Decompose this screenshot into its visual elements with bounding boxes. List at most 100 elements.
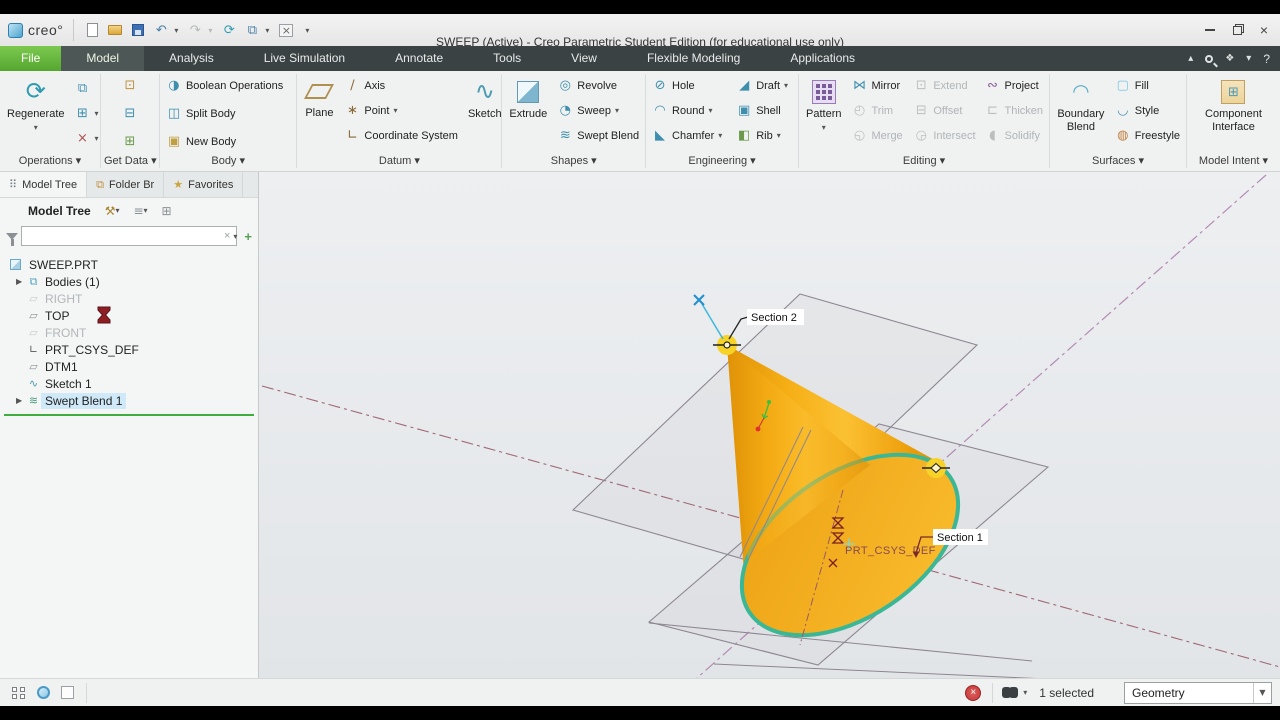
regenerate-quick-button[interactable]: ⟳ <box>219 20 239 40</box>
browser-button[interactable] <box>32 683 54 703</box>
boolean-operations-button[interactable]: ◑ Boolean Operations <box>163 73 293 98</box>
stop-process-button[interactable]: × <box>962 683 984 703</box>
fill-button[interactable]: ▢ Fill <box>1112 73 1183 98</box>
undo-dropdown[interactable]: ▾ <box>174 26 182 35</box>
qat-customize-dropdown[interactable]: ▾ <box>305 26 313 35</box>
tab-model-tree[interactable]: ⠿ Model Tree <box>0 172 88 197</box>
tree-item-dtm1[interactable]: ▱ DTM1 <box>10 358 258 375</box>
expand-arrow-icon[interactable]: ▶ <box>16 396 26 405</box>
resources-dropdown[interactable]: ▾ <box>1246 53 1251 64</box>
sweep-button[interactable]: ◔ Sweep ▾ <box>554 98 642 123</box>
merge-button[interactable]: ◵ Merge <box>849 123 908 148</box>
regenerate-button[interactable]: ⟳ Regenerate ▾ <box>3 73 69 154</box>
offset-button[interactable]: ⊟ Offset <box>910 98 978 123</box>
shell-button[interactable]: ▣ Shell <box>733 98 795 123</box>
tree-search-icon[interactable]: ⊞ <box>162 204 172 218</box>
boundary-blend-button[interactable]: ◠ Boundary Blend <box>1053 73 1109 154</box>
chamfer-button[interactable]: ◣ Chamfer ▾ <box>649 123 730 148</box>
graphics-area[interactable]: Section 2 PRT_CSYS_DEF Section 1 <box>259 172 1280 678</box>
mirror-button[interactable]: ⋈ Mirror <box>849 73 908 98</box>
group-label-surfaces[interactable]: Surfaces ▾ <box>1053 154 1183 171</box>
split-body-button[interactable]: ◫ Split Body <box>163 101 293 126</box>
tab-live-simulation[interactable]: Live Simulation <box>239 46 370 71</box>
toggle-tree-button[interactable] <box>8 683 30 703</box>
save-button[interactable] <box>128 20 148 40</box>
tree-item-part[interactable]: SWEEP.PRT <box>0 256 258 273</box>
csys-label[interactable]: PRT_CSYS_DEF <box>845 545 936 557</box>
search-tool-button[interactable] <box>999 683 1021 703</box>
section1-label[interactable]: Section 1 <box>933 529 988 545</box>
tab-view[interactable]: View <box>546 46 622 71</box>
plane-button[interactable]: Plane <box>300 73 338 154</box>
tree-item-bodies[interactable]: ▶ ⧉ Bodies (1) <box>10 273 258 290</box>
tree-item-front-plane[interactable]: ▱ FRONT <box>10 324 258 341</box>
section2-label[interactable]: Section 2 <box>747 309 804 325</box>
group-label-operations[interactable]: Operations ▾ <box>3 154 97 171</box>
tab-model[interactable]: Model <box>61 46 145 71</box>
point-button[interactable]: ∗ Point ▾ <box>341 98 461 123</box>
draft-button[interactable]: ◢ Draft ▾ <box>733 73 795 98</box>
receive-button[interactable]: ⊟ <box>119 101 141 126</box>
tree-item-top-plane[interactable]: ▱ TOP <box>10 307 258 324</box>
expand-arrow-icon[interactable]: ▶ <box>16 277 26 286</box>
extend-button[interactable]: ⊡ Extend <box>910 73 978 98</box>
axis-button[interactable]: ∕ Axis <box>341 73 461 98</box>
component-interface-button[interactable]: ⊞ Component Interface <box>1190 73 1277 154</box>
redo-dropdown[interactable]: ▾ <box>208 26 216 35</box>
open-file-button[interactable] <box>105 20 125 40</box>
tree-display-icon[interactable]: ≡ <box>133 204 143 218</box>
close-button[interactable]: × <box>1260 23 1268 37</box>
tree-item-right-plane[interactable]: ▱ RIGHT <box>10 290 258 307</box>
tree-item-csys[interactable]: ∟ PRT_CSYS_DEF <box>10 341 258 358</box>
search-tool-dropdown[interactable]: ▾ <box>1023 688 1031 697</box>
tab-tools[interactable]: Tools <box>468 46 546 71</box>
freestyle-button[interactable]: ◍ Freestyle <box>1112 123 1183 148</box>
collapse-ribbon-icon[interactable]: ▴ <box>1188 53 1193 64</box>
share-data-button[interactable]: ⊞ <box>119 129 141 154</box>
filter-dropdown[interactable]: ▾ <box>233 232 241 241</box>
resources-icon[interactable]: ❖ <box>1225 53 1234 64</box>
tab-analysis[interactable]: Analysis <box>144 46 239 71</box>
pattern-button[interactable]: Pattern ▾ <box>802 73 845 154</box>
tab-annotate[interactable]: Annotate <box>370 46 468 71</box>
window-switch-button[interactable]: ⧉ <box>242 20 262 40</box>
group-label-body[interactable]: Body ▾ <box>163 154 293 171</box>
tab-flexible-modeling[interactable]: Flexible Modeling <box>622 46 765 71</box>
group-label-get-data[interactable]: Get Data ▾ <box>104 154 157 171</box>
clear-filter-icon[interactable]: × <box>224 230 230 242</box>
intersect-button[interactable]: ◶ Intersect <box>910 123 978 148</box>
tab-file[interactable]: File <box>0 46 62 71</box>
style-button[interactable]: ◡ Style <box>1112 98 1183 123</box>
sketch-button[interactable]: ∿ Sketch <box>464 73 506 154</box>
thicken-button[interactable]: ⊏ Thicken <box>982 98 1047 123</box>
minimize-button[interactable] <box>1204 29 1215 31</box>
group-label-editing[interactable]: Editing ▾ <box>802 154 1046 171</box>
tree-item-swept-blend[interactable]: ▶ ≋ Swept Blend 1 <box>10 392 258 409</box>
revolve-button[interactable]: ◎ Revolve <box>554 73 642 98</box>
group-label-shapes[interactable]: Shapes ▾ <box>505 154 642 171</box>
add-filter-button[interactable]: + <box>244 229 252 244</box>
trim-button[interactable]: ◴ Trim <box>849 98 908 123</box>
tree-filter-input[interactable] <box>21 226 237 246</box>
coordinate-system-button[interactable]: ∟ Coordinate System <box>341 123 461 148</box>
selection-filter-combobox[interactable]: Geometry ▼ <box>1124 681 1272 704</box>
import-button[interactable]: ⊡ <box>119 73 141 98</box>
undo-button[interactable]: ↶ <box>151 20 171 40</box>
redo-button[interactable]: ↷ <box>185 20 205 40</box>
group-label-datum[interactable]: Datum ▾ <box>300 154 498 171</box>
extrude-button[interactable]: Extrude <box>505 73 551 154</box>
tab-folder-browser[interactable]: ⧉ Folder Br <box>87 172 165 197</box>
tab-applications[interactable]: Applications <box>765 46 880 71</box>
group-label-model-intent[interactable]: Model Intent ▾ <box>1190 154 1277 171</box>
insert-indicator-line[interactable] <box>4 414 254 416</box>
search-icon[interactable] <box>1205 54 1214 63</box>
combobox-dropdown-icon[interactable]: ▼ <box>1253 682 1271 703</box>
group-label-engineering[interactable]: Engineering ▾ <box>649 154 795 171</box>
new-body-button[interactable]: ▣ New Body <box>163 129 293 154</box>
tab-favorites[interactable]: ★ Favorites <box>164 172 244 197</box>
round-button[interactable]: ◠ Round ▾ <box>649 98 730 123</box>
rib-button[interactable]: ◧ Rib ▾ <box>733 123 795 148</box>
help-icon[interactable]: ? <box>1263 52 1270 66</box>
solidify-button[interactable]: ◖ Solidify <box>982 123 1047 148</box>
swept-blend-button[interactable]: ≋ Swept Blend <box>554 123 642 148</box>
